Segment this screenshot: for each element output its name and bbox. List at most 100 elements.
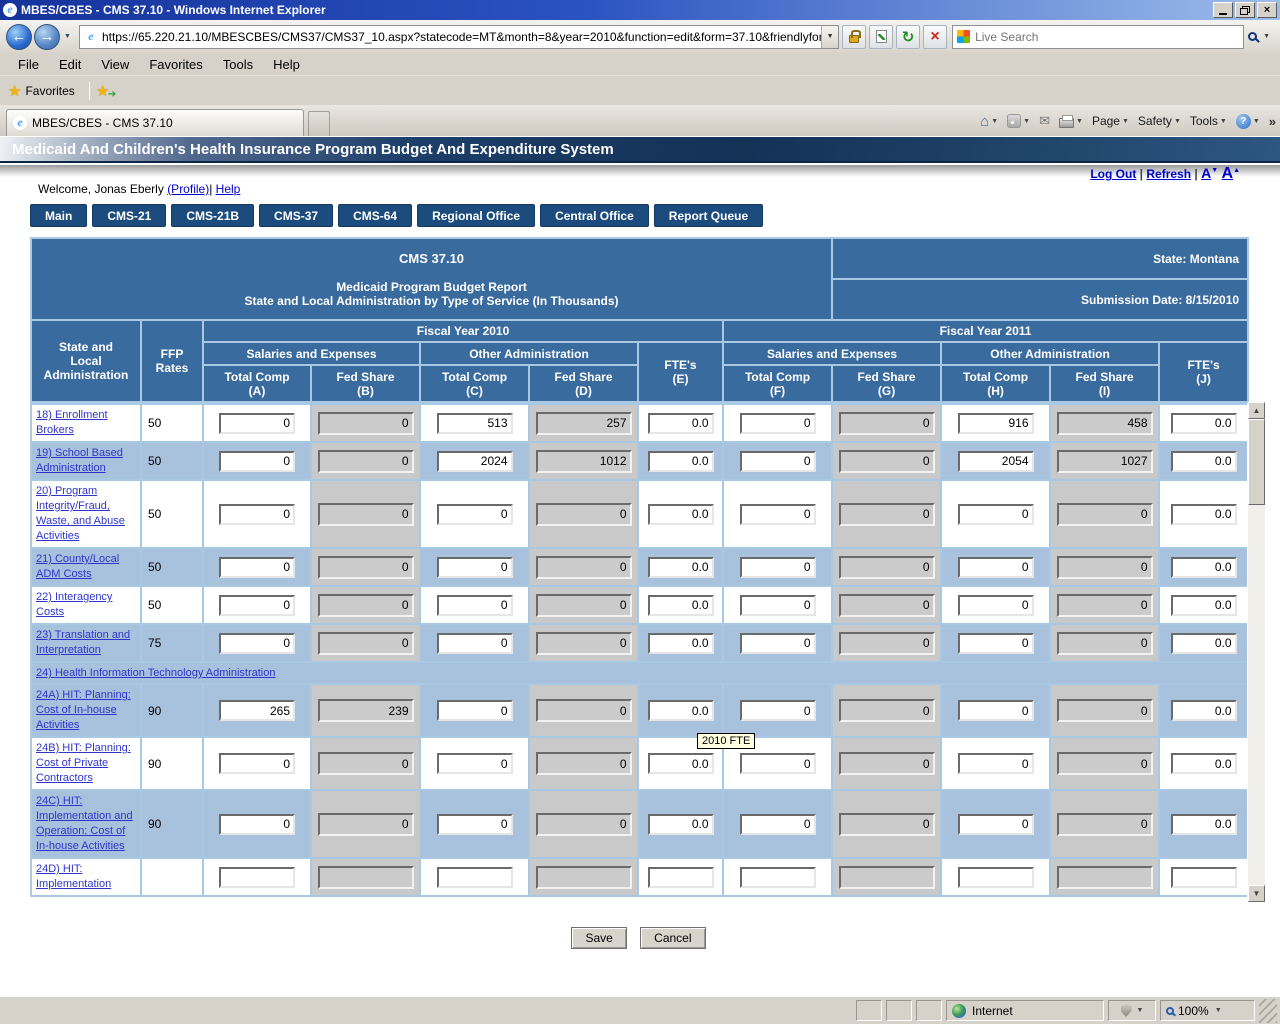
stop-button[interactable]: × [923, 25, 947, 49]
toolbar-overflow-button[interactable]: » [1269, 114, 1276, 129]
cell-input-19-j[interactable] [1171, 451, 1237, 472]
row-label-link[interactable]: 18) Enrollment Brokers [36, 409, 108, 436]
cell-input-22-h[interactable] [958, 595, 1034, 616]
menu-item-view[interactable]: View [91, 55, 139, 74]
cell-input-21-h[interactable] [958, 557, 1034, 578]
cell-input-22-f[interactable] [740, 595, 816, 616]
cell-input-24C-e[interactable] [648, 814, 714, 835]
nav-tab-cms21b[interactable]: CMS-21B [171, 204, 254, 227]
nav-tab-regional-office[interactable]: Regional Office [417, 204, 535, 227]
cell-input-23-f[interactable] [740, 633, 816, 654]
search-go-button[interactable]: ▼ [1244, 26, 1274, 48]
cell-input-20-h[interactable] [958, 504, 1034, 525]
nav-tab-cms37[interactable]: CMS-37 [259, 204, 333, 227]
cell-input-24D-e[interactable] [648, 867, 714, 888]
nav-tab-cms64[interactable]: CMS-64 [338, 204, 412, 227]
cell-input-22-c[interactable] [437, 595, 513, 616]
cell-input-24C-f[interactable] [740, 814, 816, 835]
row-label-link[interactable]: 24) Health Information Technology Admini… [36, 667, 276, 679]
profile-link[interactable]: (Profile) [167, 182, 209, 196]
cell-input-24A-a[interactable] [219, 700, 295, 721]
cell-input-24A-c[interactable] [437, 700, 513, 721]
safety-menu-button[interactable]: Safety▼ [1138, 114, 1181, 128]
cell-input-24A-e[interactable] [648, 700, 714, 721]
cell-input-20-j[interactable] [1171, 504, 1237, 525]
cell-input-20-a[interactable] [219, 504, 295, 525]
restore-button[interactable] [1235, 2, 1255, 18]
row-label-link[interactable]: 24B) HIT: Planning: Cost of Private Cont… [36, 742, 131, 784]
vertical-scrollbar[interactable]: ▲ ▼ [1248, 402, 1265, 902]
row-label-link[interactable]: 24C) HIT: Implementation and Operation: … [36, 795, 133, 852]
compatibility-view-button[interactable] [869, 25, 893, 49]
row-label-link[interactable]: 19) School Based Administration [36, 447, 123, 474]
page-menu-button[interactable]: Page▼ [1092, 114, 1129, 128]
font-increase-button[interactable]: A▲ [1222, 165, 1241, 182]
cell-input-22-a[interactable] [219, 595, 295, 616]
cell-input-23-c[interactable] [437, 633, 513, 654]
url-input[interactable] [102, 30, 821, 44]
cell-input-19-e[interactable] [648, 451, 714, 472]
cell-input-23-a[interactable] [219, 633, 295, 654]
font-decrease-button[interactable]: A▼ [1201, 165, 1218, 181]
cell-input-24C-c[interactable] [437, 814, 513, 835]
cell-input-23-e[interactable] [648, 633, 714, 654]
cancel-button[interactable]: Cancel [640, 927, 705, 949]
print-button[interactable]: ▼ [1059, 115, 1083, 128]
cell-input-19-h[interactable] [958, 451, 1034, 472]
cell-input-24B-h[interactable] [958, 753, 1034, 774]
refresh-button[interactable]: ↻ [896, 25, 920, 49]
browser-tab-active[interactable]: e MBES/CBES - CMS 37.10 [6, 109, 304, 136]
cell-input-24D-j[interactable] [1171, 867, 1237, 888]
cell-input-18-a[interactable] [219, 413, 295, 434]
cell-input-19-f[interactable] [740, 451, 816, 472]
cell-input-18-c[interactable] [437, 413, 513, 434]
row-label-link[interactable]: 22) Interagency Costs [36, 591, 112, 618]
cell-input-24B-j[interactable] [1171, 753, 1237, 774]
protected-mode-panel[interactable]: ▼ [1108, 1000, 1156, 1021]
cell-input-24B-a[interactable] [219, 753, 295, 774]
scroll-up-button[interactable]: ▲ [1248, 402, 1265, 419]
menu-item-help[interactable]: Help [263, 55, 310, 74]
cell-input-21-e[interactable] [648, 557, 714, 578]
add-to-favorites-button[interactable]: ★ ➔ [96, 82, 109, 100]
log-out-link[interactable]: Log Out [1090, 167, 1136, 181]
cell-input-24C-h[interactable] [958, 814, 1034, 835]
cell-input-24B-c[interactable] [437, 753, 513, 774]
cell-input-19-a[interactable] [219, 451, 295, 472]
cell-input-24D-f[interactable] [740, 867, 816, 888]
cell-input-21-f[interactable] [740, 557, 816, 578]
row-label-link[interactable]: 24D) HIT: Implementation [36, 863, 111, 890]
cell-input-23-h[interactable] [958, 633, 1034, 654]
security-lock-button[interactable] [842, 25, 866, 49]
row-label-link[interactable]: 21) County/Local ADM Costs [36, 553, 119, 580]
cell-input-22-e[interactable] [648, 595, 714, 616]
resize-grip[interactable] [1259, 999, 1277, 1023]
cell-input-24D-h[interactable] [958, 867, 1034, 888]
back-button[interactable]: ← [6, 24, 32, 50]
help-button[interactable]: ?▼ [1236, 114, 1260, 129]
cell-input-18-h[interactable] [958, 413, 1034, 434]
row-label-link[interactable]: 23) Translation and Interpretation [36, 629, 130, 656]
cell-input-20-e[interactable] [648, 504, 714, 525]
feeds-button[interactable]: ▼ [1007, 114, 1030, 128]
cell-input-24A-f[interactable] [740, 700, 816, 721]
close-button[interactable]: × [1257, 2, 1277, 18]
cell-input-24C-j[interactable] [1171, 814, 1237, 835]
menu-item-file[interactable]: File [8, 55, 49, 74]
nav-tab-report-queue[interactable]: Report Queue [654, 204, 763, 227]
cell-input-21-a[interactable] [219, 557, 295, 578]
cell-input-19-c[interactable] [437, 451, 513, 472]
cell-input-18-e[interactable] [648, 413, 714, 434]
favorites-button[interactable]: Favorites [25, 84, 74, 98]
cell-input-22-j[interactable] [1171, 595, 1237, 616]
cell-input-18-f[interactable] [740, 413, 816, 434]
nav-tab-central-office[interactable]: Central Office [540, 204, 649, 227]
cell-input-24D-c[interactable] [437, 867, 513, 888]
help-link[interactable]: Help [216, 182, 241, 196]
history-dropdown-icon[interactable]: ▼ [64, 33, 71, 40]
menu-item-favorites[interactable]: Favorites [139, 55, 212, 74]
cell-input-24B-f[interactable] [740, 753, 816, 774]
save-button[interactable]: Save [571, 927, 626, 949]
cell-input-24B-e[interactable] [648, 753, 714, 774]
url-dropdown-button[interactable]: ▼ [821, 26, 838, 48]
